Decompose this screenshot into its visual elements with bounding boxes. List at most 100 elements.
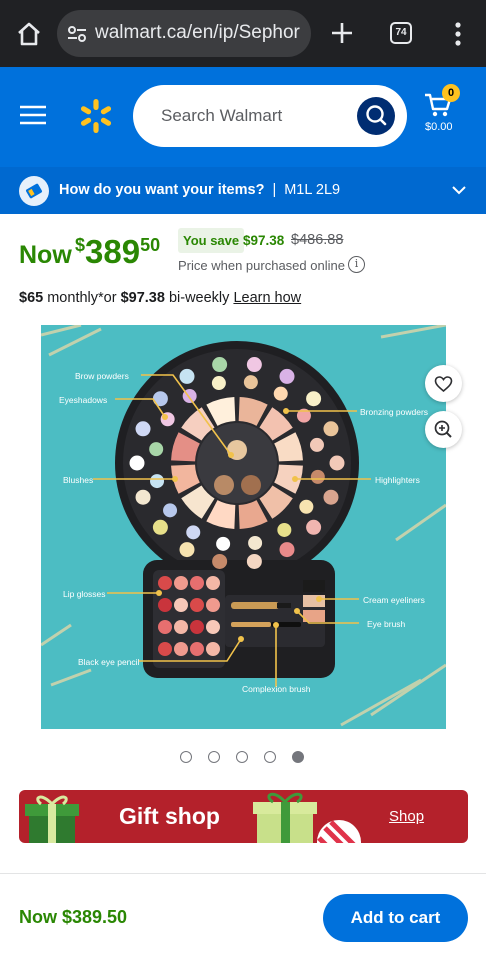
lip-gloss-pan bbox=[174, 576, 188, 590]
eyeshadow-pan bbox=[329, 455, 345, 471]
eyeshadow-pan bbox=[216, 536, 231, 551]
eyeshadow-pan bbox=[243, 375, 258, 390]
eyeshadow-pan bbox=[129, 455, 145, 471]
gift-shop-title: Gift shop bbox=[119, 803, 220, 829]
eyeshadow-pan bbox=[186, 525, 201, 540]
carousel-dot[interactable] bbox=[292, 751, 304, 763]
label-brow-powders: Brow powders bbox=[75, 371, 129, 381]
eyeshadow-pan bbox=[306, 519, 322, 535]
lip-gloss-pan bbox=[174, 598, 188, 612]
biweekly-text: bi-weekly bbox=[164, 290, 234, 306]
carousel-dot[interactable] bbox=[180, 751, 192, 763]
you-save-badge: You save bbox=[178, 228, 245, 253]
eyeshadow-pan bbox=[323, 489, 339, 505]
lip-gloss-pan bbox=[206, 598, 220, 612]
current-price: $38950 bbox=[75, 233, 160, 271]
lip-gloss-pan bbox=[206, 576, 220, 590]
cart-count-badge: 0 bbox=[442, 84, 460, 102]
eyeshadow-pan bbox=[248, 535, 263, 550]
eyeshadow-pan bbox=[179, 542, 195, 558]
eyeshadow-pan bbox=[299, 499, 314, 514]
lip-gloss-pan bbox=[158, 576, 172, 590]
zoom-button[interactable] bbox=[425, 411, 462, 448]
eyeshadow-pan bbox=[152, 391, 168, 407]
sticky-price: Now $389.50 bbox=[19, 907, 128, 927]
lip-gloss-pan bbox=[190, 598, 204, 612]
carousel-dot[interactable] bbox=[264, 751, 276, 763]
eyeshadow-pan bbox=[273, 386, 288, 401]
eyeshadow-pan bbox=[323, 421, 339, 437]
eyeshadow-pan bbox=[309, 437, 324, 452]
zoom-in-icon bbox=[434, 420, 452, 438]
lip-gloss-pan bbox=[190, 576, 204, 590]
eyeshadow-pan bbox=[212, 357, 228, 373]
price-dollars: 389 bbox=[85, 233, 141, 270]
eyeshadow-pan bbox=[310, 469, 325, 484]
lip-gloss-pan bbox=[158, 642, 172, 656]
home-icon[interactable] bbox=[16, 21, 42, 47]
gift-shop-link[interactable]: Shop bbox=[389, 808, 424, 825]
lip-gloss-pan bbox=[158, 620, 172, 634]
gift-shop-banner[interactable]: Gift shop Shop bbox=[19, 790, 468, 843]
lip-gloss-pan bbox=[174, 642, 188, 656]
search-icon bbox=[366, 105, 387, 126]
label-eye-brush: Eye brush bbox=[367, 619, 406, 629]
monthly-amount: $65 bbox=[19, 290, 44, 306]
eyeshadow-pan bbox=[279, 368, 295, 384]
cart-total: $0.00 bbox=[425, 121, 453, 133]
carousel-dot[interactable] bbox=[208, 751, 220, 763]
price-online-note: Price when purchased online bbox=[178, 258, 345, 273]
hamburger-menu-icon[interactable] bbox=[20, 105, 46, 125]
lip-gloss-pan bbox=[190, 620, 204, 634]
url-text[interactable]: walmart.ca/en/ip/Sephor bbox=[95, 22, 305, 44]
label-bronzing-powders: Bronzing powders bbox=[360, 407, 428, 417]
add-to-favorites-button[interactable] bbox=[425, 365, 462, 402]
info-icon[interactable]: i bbox=[348, 256, 365, 273]
sticky-purchase-bar: Now $389.50 Add to cart bbox=[0, 873, 486, 960]
add-to-cart-button[interactable]: Add to cart bbox=[323, 894, 468, 942]
price-currency: $ bbox=[75, 235, 86, 255]
lip-gloss-pan bbox=[174, 620, 188, 634]
eyeshadow-pan bbox=[211, 376, 226, 391]
site-settings-icon[interactable] bbox=[67, 24, 87, 44]
biweekly-amount: $97.38 bbox=[120, 290, 165, 306]
site-header: Search Walmart 0 $0.00 bbox=[0, 67, 486, 167]
eyeshadow-pan bbox=[246, 357, 262, 373]
search-input[interactable]: Search Walmart bbox=[133, 85, 407, 147]
eyeshadow-pan bbox=[306, 391, 322, 407]
eyeshadow-pan bbox=[179, 368, 195, 384]
label-blushes: Blushes bbox=[63, 475, 93, 485]
eyeshadow-pan bbox=[149, 442, 164, 457]
address-bar[interactable]: walmart.ca/en/ip/Sephor bbox=[57, 10, 311, 57]
delivery-question: How do you want your items? bbox=[59, 182, 265, 198]
monthly-text: monthly*or bbox=[43, 290, 121, 306]
eyeshadow-pan bbox=[212, 553, 228, 569]
lip-gloss-pan bbox=[190, 642, 204, 656]
lip-gloss-pan bbox=[206, 620, 220, 634]
was-price: $486.88 bbox=[291, 232, 344, 248]
carousel-dots bbox=[180, 751, 304, 763]
delivery-selector[interactable]: How do you want your items? | M1L 2L9 bbox=[0, 167, 486, 214]
delivery-text[interactable]: How do you want your items? | M1L 2L9 bbox=[59, 182, 340, 198]
learn-how-link[interactable]: Learn how bbox=[233, 290, 301, 306]
delivery-icon bbox=[19, 176, 49, 206]
eyeshadow-pan bbox=[152, 519, 168, 535]
eyeshadow-pan bbox=[279, 542, 295, 558]
walmart-spark-logo[interactable] bbox=[79, 98, 113, 134]
label-cream-eyeliners: Cream eyeliners bbox=[363, 595, 425, 605]
makeup-palette-illustration: Brow powders Eyeshadows Bronzing powders… bbox=[41, 325, 446, 727]
tab-switcher-button[interactable]: 74 bbox=[390, 22, 412, 44]
product-image[interactable]: Brow powders Eyeshadows Bronzing powders… bbox=[41, 325, 446, 729]
more-options-icon[interactable] bbox=[450, 21, 466, 47]
browser-toolbar: walmart.ca/en/ip/Sephor 74 bbox=[0, 0, 486, 67]
cart-button[interactable]: 0 $0.00 bbox=[421, 84, 461, 147]
eyeshadow-pan bbox=[135, 421, 151, 437]
eyeshadow-pan bbox=[277, 522, 292, 537]
financing-text: $65 monthly*or $97.38 bi-weekly Learn ho… bbox=[19, 290, 301, 306]
search-placeholder[interactable]: Search Walmart bbox=[161, 106, 282, 126]
eyeshadow-pan bbox=[135, 489, 151, 505]
carousel-dot[interactable] bbox=[236, 751, 248, 763]
search-submit-button[interactable] bbox=[357, 97, 395, 135]
chevron-down-icon[interactable] bbox=[451, 183, 467, 197]
new-tab-icon[interactable] bbox=[331, 22, 353, 44]
